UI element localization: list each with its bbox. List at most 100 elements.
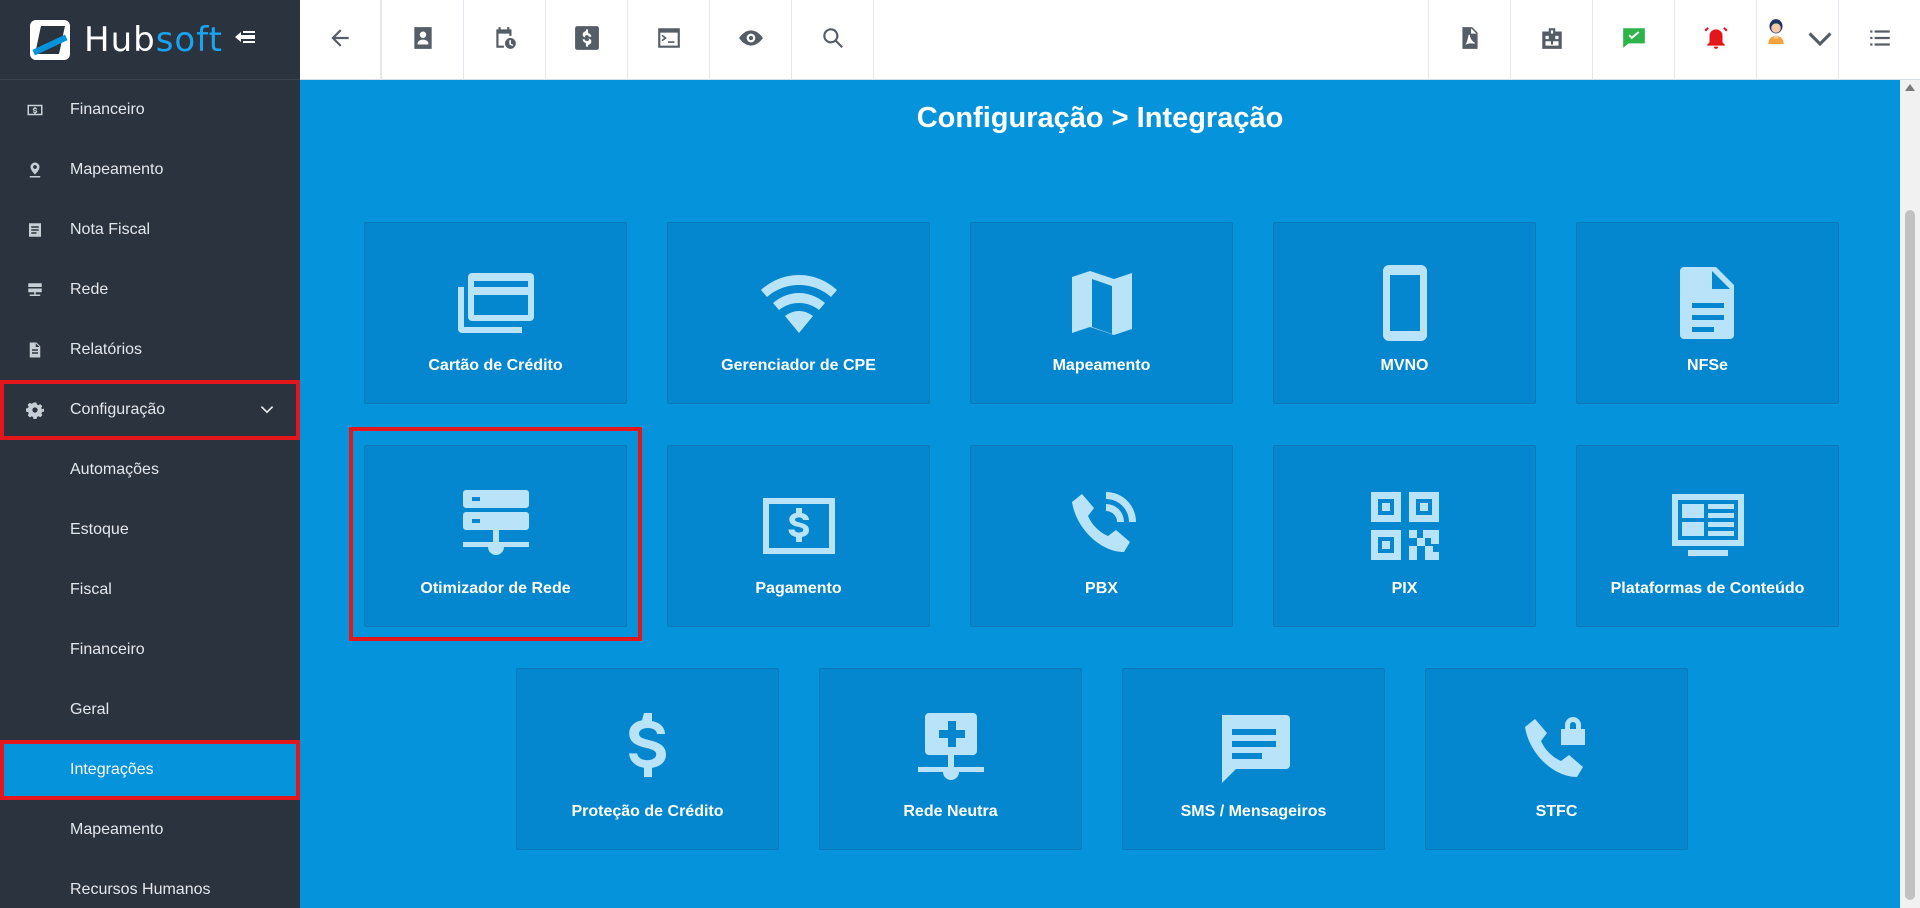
tile-label: Cartão de Crédito — [428, 357, 563, 374]
tile-label: STFC — [1535, 803, 1578, 820]
highlight-box — [349, 427, 642, 641]
network-add-icon — [901, 709, 1001, 789]
sidebar-subitem-label: Automações — [70, 461, 159, 478]
avatar-wrap — [1763, 18, 1833, 62]
brand: Hubsoft — [0, 0, 300, 80]
smartphone-icon — [1355, 263, 1455, 343]
map-pin-icon — [0, 161, 70, 179]
avatar — [1763, 18, 1801, 62]
menu-list-icon — [1867, 25, 1893, 56]
sidebar-subitem-mapeamento[interactable]: Mapeamento — [0, 800, 300, 860]
scrollbar-thumb[interactable] — [1905, 210, 1915, 900]
sidebar-item-relatorios[interactable]: Relatórios — [0, 320, 300, 380]
tile-label: Pagamento — [755, 580, 842, 597]
sidebar-subitem-estoque[interactable]: Estoque — [0, 500, 300, 560]
tile-gerenciador-de-cpe[interactable]: Gerenciador de CPE — [667, 222, 930, 404]
tile-sms-mensageiros[interactable]: SMS / Mensageiros — [1122, 668, 1385, 850]
dollar-icon — [574, 25, 600, 56]
sidebar-item-nota-fiscal[interactable]: Nota Fiscal — [0, 200, 300, 260]
sidebar-item-financeiro[interactable]: Financeiro — [0, 80, 300, 140]
calendar-clock-icon — [492, 25, 518, 56]
company-button[interactable] — [1510, 0, 1592, 80]
dollar-sign-icon — [598, 709, 698, 789]
terminal-icon — [656, 25, 682, 56]
search-icon — [820, 25, 846, 56]
message-icon — [1204, 709, 1304, 789]
tile-nfse[interactable]: NFSe — [1576, 222, 1839, 404]
main-menu-button[interactable] — [1838, 0, 1920, 80]
building-icon — [1539, 25, 1565, 56]
sidebar-subitem-integracoes[interactable]: Integrações — [0, 740, 300, 800]
report-icon — [0, 341, 70, 359]
sidebar-item-label: Configuração — [70, 401, 166, 418]
tile-label: Plataformas de Conteúdo — [1610, 580, 1805, 597]
top-toolbar — [300, 0, 1920, 80]
contacts-button[interactable] — [382, 0, 464, 80]
dashboard-screen-icon — [1658, 486, 1758, 566]
chevron-down-icon — [260, 402, 274, 421]
tile-rede-neutra[interactable]: Rede Neutra — [819, 668, 1082, 850]
chevron-down-icon — [1807, 25, 1833, 56]
sidebar-subitem-label: Estoque — [70, 521, 129, 538]
tile-mvno[interactable]: MVNO — [1273, 222, 1536, 404]
chat-check-icon — [1621, 25, 1647, 56]
sidebar-subitem-fiscal[interactable]: Fiscal — [0, 560, 300, 620]
sidebar-subitem-label: Mapeamento — [70, 821, 164, 838]
wifi-icon — [749, 263, 849, 343]
tile-pix[interactable]: PIX — [1273, 445, 1536, 627]
messages-button[interactable] — [1592, 0, 1674, 80]
sidebar-item-label: Mapeamento — [70, 161, 164, 178]
main-content: Configuração > Integração Cartão de Créd… — [300, 80, 1900, 908]
back-button[interactable] — [300, 0, 382, 80]
pdf-button[interactable] — [1428, 0, 1510, 80]
qr-code-icon — [1355, 486, 1455, 566]
contact-card-icon — [410, 25, 436, 56]
tile-pbx[interactable]: PBX — [970, 445, 1233, 627]
brand-name-part2: soft — [155, 19, 223, 60]
tile-protecao-de-credito[interactable]: Proteção de Crédito — [516, 668, 779, 850]
toolbar-right — [1428, 0, 1920, 80]
sidebar-item-rede[interactable]: Rede — [0, 260, 300, 320]
tile-label: PBX — [1085, 580, 1118, 597]
pdf-icon — [1457, 25, 1483, 56]
sidebar: Hubsoft Financeiro Mapeamento Nota Fisca… — [0, 0, 300, 908]
collapse-sidebar-icon[interactable] — [234, 28, 255, 51]
tile-label: SMS / Mensageiros — [1180, 803, 1327, 820]
phone-ring-icon — [1052, 486, 1152, 566]
map-icon — [1052, 263, 1152, 343]
user-menu[interactable] — [1756, 0, 1838, 80]
sidebar-item-mapeamento[interactable]: Mapeamento — [0, 140, 300, 200]
sidebar-subitem-automacoes[interactable]: Automações — [0, 440, 300, 500]
search-button[interactable] — [792, 0, 874, 80]
sidebar-subitem-geral[interactable]: Geral — [0, 680, 300, 740]
network-icon — [0, 281, 70, 299]
back-arrow-icon — [327, 25, 353, 56]
sidebar-item-label: Rede — [70, 281, 109, 298]
tile-plataformas-de-conteudo[interactable]: Plataformas de Conteúdo — [1576, 445, 1839, 627]
tile-cartao-de-credito[interactable]: Cartão de Crédito — [364, 222, 627, 404]
schedule-button[interactable] — [464, 0, 546, 80]
page-title: Configuração > Integração — [916, 102, 1284, 134]
sidebar-item-label: Nota Fiscal — [70, 221, 151, 238]
terminal-button[interactable] — [628, 0, 710, 80]
sidebar-subitem-financeiro[interactable]: Financeiro — [0, 620, 300, 680]
tile-label: Gerenciador de CPE — [721, 357, 876, 374]
view-button[interactable] — [710, 0, 792, 80]
tile-label: Mapeamento — [1052, 357, 1151, 374]
tile-mapeamento[interactable]: Mapeamento — [970, 222, 1233, 404]
sidebar-item-configuracao[interactable]: Configuração — [0, 380, 300, 440]
tile-label: MVNO — [1380, 357, 1429, 374]
tile-pagamento[interactable]: Pagamento — [667, 445, 930, 627]
brand-name-part1: Hub — [84, 19, 156, 60]
scroll-up-arrow-icon[interactable] — [1905, 84, 1915, 91]
sidebar-item-label: Financeiro — [70, 101, 145, 118]
sidebar-subitem-label: Geral — [70, 701, 110, 718]
phone-lock-icon — [1507, 709, 1607, 789]
finance-button[interactable] — [546, 0, 628, 80]
sidebar-nav: Financeiro Mapeamento Nota Fiscal Rede R… — [0, 80, 300, 908]
hubsoft-logo[interactable] — [30, 19, 70, 60]
sidebar-subitem-recursos-humanos[interactable]: Recursos Humanos — [0, 860, 300, 908]
page-scrollbar[interactable] — [1900, 80, 1920, 908]
alerts-button[interactable] — [1674, 0, 1756, 80]
tile-stfc[interactable]: STFC — [1425, 668, 1688, 850]
